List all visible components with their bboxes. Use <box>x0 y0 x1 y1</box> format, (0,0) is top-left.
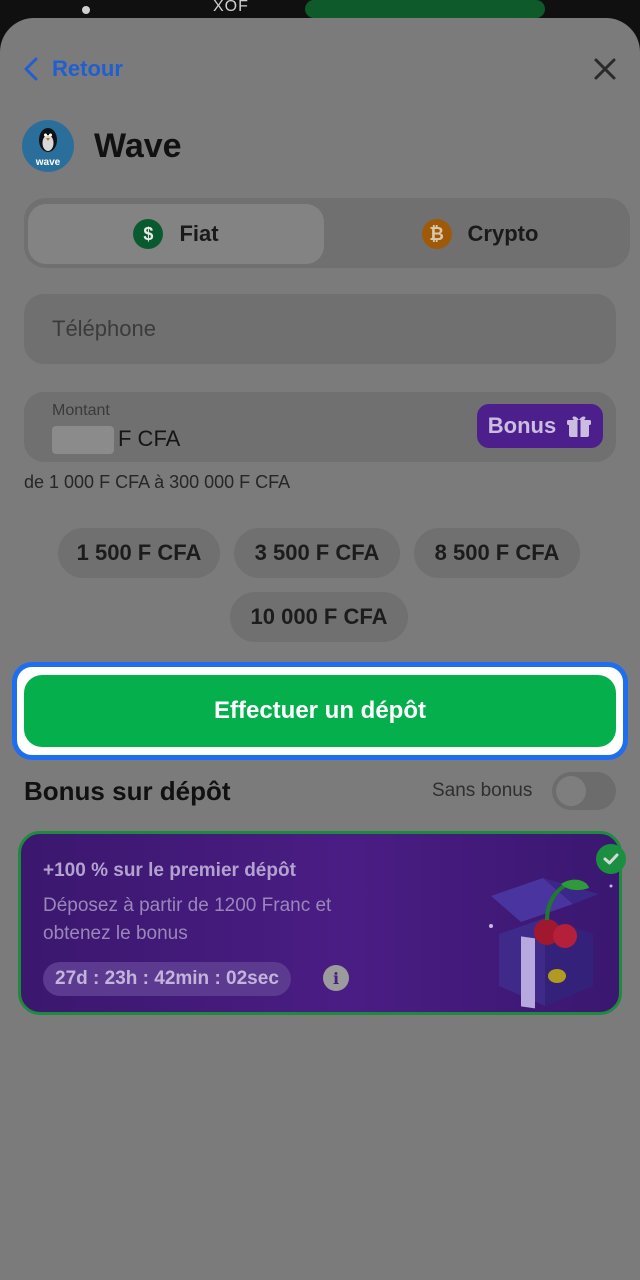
deposit-sheet: Retour wave Wave $ Fiat ₿ Crypto Télépho <box>0 18 640 1280</box>
page-title: Wave <box>94 126 182 165</box>
quick-amount-3500[interactable]: 3 500 F CFA <box>234 528 400 578</box>
deposit-submit-button[interactable]: Effectuer un dépôt <box>24 675 616 747</box>
amount-currency: F CFA <box>118 426 181 451</box>
promo-countdown: 27d : 23h : 42min : 02sec <box>43 962 291 996</box>
promo-description: Déposez à partir de 1200 Franc et obtene… <box>43 895 332 944</box>
back-button[interactable]: Retour <box>24 56 123 82</box>
back-label: Retour <box>52 56 123 81</box>
amount-input[interactable]: Montant F CFA Bonus <box>24 392 616 462</box>
bitcoin-icon: ₿ <box>421 219 452 249</box>
bonus-button-label: Bonus <box>487 413 557 438</box>
status-dot <box>82 6 90 14</box>
promo-card-first-deposit[interactable]: +100 % sur le premier dépôt Déposez à pa… <box>18 831 622 1015</box>
no-bonus-label: Sans bonus <box>432 780 533 801</box>
toggle-knob <box>556 776 586 806</box>
payment-method-header: wave Wave <box>22 120 182 172</box>
close-icon[interactable] <box>592 56 618 82</box>
chevron-left-icon <box>24 57 38 81</box>
quick-amount-1500[interactable]: 1 500 F CFA <box>58 528 220 578</box>
amount-range-hint: de 1 000 F CFA à 300 000 F CFA <box>24 472 291 492</box>
dollar-coin-icon: $ <box>133 219 164 249</box>
wave-logo: wave <box>22 120 74 172</box>
quick-amount-10000[interactable]: 10 000 F CFA <box>230 592 408 642</box>
payment-type-tabs: $ Fiat ₿ Crypto <box>24 198 630 268</box>
selected-check-icon <box>596 844 626 874</box>
phone-input[interactable]: Téléphone <box>24 294 616 364</box>
status-pill <box>305 0 545 18</box>
bonus-button[interactable]: Bonus <box>477 404 603 448</box>
phone-placeholder: Téléphone <box>52 316 156 341</box>
no-bonus-toggle[interactable] <box>552 772 616 810</box>
checkmark-icon <box>603 853 619 865</box>
tab-fiat[interactable]: $ Fiat <box>28 204 324 264</box>
info-icon[interactable]: i <box>323 965 349 991</box>
gift-icon <box>567 416 592 437</box>
wave-logo-text: wave <box>35 157 61 168</box>
tab-fiat-label: Fiat <box>179 221 219 246</box>
tab-crypto[interactable]: ₿ Crypto <box>332 204 628 264</box>
tab-crypto-label: Crypto <box>467 221 539 246</box>
currency-indicator: XOF <box>213 0 249 15</box>
amount-label: Montant <box>52 402 110 419</box>
promo-title: +100 % sur le premier dépôt <box>43 860 296 881</box>
quick-amount-8500[interactable]: 8 500 F CFA <box>414 528 580 578</box>
amount-value-redacted <box>52 426 114 454</box>
bonus-section-title: Bonus sur dépôt <box>24 776 231 806</box>
